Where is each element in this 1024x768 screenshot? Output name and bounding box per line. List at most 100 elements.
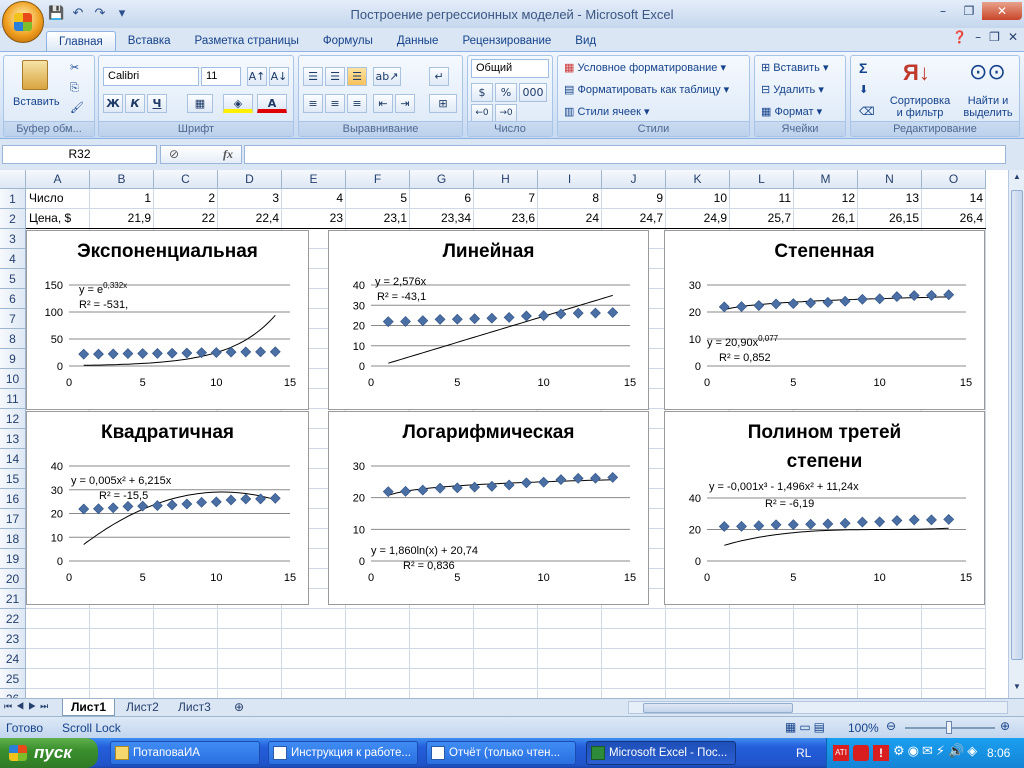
table-cell-label[interactable]: Число — [26, 189, 90, 208]
cell-styles-button[interactable]: ▥ Стили ячеек ▾ — [564, 105, 650, 118]
increase-indent-icon[interactable]: ⇥ — [395, 94, 415, 113]
column-header[interactable]: I — [538, 170, 602, 189]
name-box[interactable]: R32 — [2, 145, 157, 164]
scroll-down-icon[interactable]: ▼ — [1011, 682, 1023, 696]
spreadsheet-grid[interactable]: A B C D E F G H I J K L M N O 1 2 3 4 5 6 7 8 9 10 11 12 13 14 15 16 17… — [0, 170, 1008, 698]
font-color-icon[interactable]: A — [257, 94, 287, 113]
table-cell[interactable]: 22,4 — [218, 209, 282, 228]
align-middle-icon[interactable]: ☰ — [325, 67, 345, 86]
vertical-scrollbar[interactable]: ▲ ▼ — [1008, 170, 1024, 698]
column-header[interactable]: J — [602, 170, 666, 189]
chart-pow[interactable]: Степенная 30 20 10 0 0 5 10 15 y = 20,90x0,077 R² … — [664, 230, 985, 410]
row-header[interactable]: 18 — [0, 529, 26, 549]
table-cell[interactable]: 8 — [538, 189, 602, 208]
fill-color-icon[interactable]: ◈ — [223, 94, 253, 113]
row-header[interactable]: 12 — [0, 409, 26, 429]
number-format-select[interactable]: Общий — [471, 59, 549, 78]
italic-button[interactable]: К — [125, 94, 145, 113]
chart-log[interactable]: Логарифмическая 30 20 10 0 0 5 10 15 y = 1,860ln(… — [328, 411, 649, 605]
table-cell[interactable]: 9 — [602, 189, 666, 208]
cut-icon[interactable]: ✂ — [70, 61, 79, 74]
tab-insert[interactable]: Вставка — [116, 31, 183, 52]
zoom-in-icon[interactable]: ⊕ — [1000, 719, 1010, 733]
sheet-tab-1[interactable]: Лист1 — [62, 699, 116, 716]
autosum-button[interactable]: Σ — [859, 60, 867, 76]
column-header[interactable]: E — [282, 170, 346, 189]
row-header[interactable]: 20 — [0, 569, 26, 589]
table-cell[interactable]: 12 — [794, 189, 858, 208]
table-cell[interactable]: 14 — [922, 189, 986, 208]
zoom-slider-thumb[interactable] — [946, 721, 952, 734]
sheet-tab-3[interactable]: Лист3 — [170, 699, 219, 716]
tab-home[interactable]: Главная — [46, 31, 116, 52]
borders-icon[interactable]: ▦ — [187, 94, 213, 113]
table-cell[interactable]: 25,7 — [730, 209, 794, 228]
taskbar-item-word-2[interactable]: Отчёт (только чтен... — [426, 741, 576, 765]
row-header[interactable]: 4 — [0, 249, 26, 269]
minimize-icon[interactable]: – — [930, 2, 956, 20]
row-header[interactable]: 23 — [0, 629, 26, 649]
restore-icon[interactable]: ❐ — [956, 2, 982, 20]
align-top-icon[interactable]: ☰ — [303, 67, 323, 86]
row-header[interactable]: 26 — [0, 689, 26, 698]
row-header[interactable]: 2 — [0, 209, 26, 229]
insert-cells-button[interactable]: ⊞ Вставить ▾ — [761, 61, 829, 74]
align-bottom-icon[interactable]: ☰ — [347, 67, 367, 86]
row-header[interactable]: 5 — [0, 269, 26, 289]
restore-workbook-icon[interactable]: ❐ — [989, 30, 1000, 44]
table-cell[interactable]: 1 — [90, 189, 154, 208]
row-header[interactable]: 21 — [0, 589, 26, 609]
table-cell[interactable]: 21,9 — [90, 209, 154, 228]
hscroll-thumb[interactable] — [643, 703, 793, 713]
minimize-workbook-icon[interactable]: – — [975, 30, 981, 44]
table-cell[interactable]: 3 — [218, 189, 282, 208]
format-as-table-button[interactable]: ▤ Форматировать как таблицу ▾ — [564, 83, 729, 96]
row-header[interactable]: 19 — [0, 549, 26, 569]
column-header[interactable]: C — [154, 170, 218, 189]
table-cell[interactable]: 4 — [282, 189, 346, 208]
row-header[interactable]: 15 — [0, 469, 26, 489]
help-icon[interactable]: ❓ — [952, 30, 967, 44]
table-cell[interactable]: 7 — [474, 189, 538, 208]
row-header[interactable]: 16 — [0, 489, 26, 509]
row-header[interactable]: 9 — [0, 349, 26, 369]
row-header[interactable]: 24 — [0, 649, 26, 669]
horizontal-scrollbar[interactable] — [628, 701, 1008, 714]
select-all-corner[interactable] — [0, 170, 26, 189]
table-cell[interactable]: 23,34 — [410, 209, 474, 228]
column-header[interactable]: M — [794, 170, 858, 189]
paste-button[interactable]: Вставить — [13, 96, 60, 108]
ati-icon[interactable]: ATI — [833, 745, 849, 761]
thousands-button[interactable]: 000 — [519, 83, 547, 102]
delete-cells-button[interactable]: ⊟ Удалить ▾ — [761, 83, 824, 96]
tab-review[interactable]: Рецензирование — [450, 31, 563, 52]
column-header[interactable]: G — [410, 170, 474, 189]
office-button[interactable] — [2, 1, 44, 43]
tray-icons[interactable]: ⚙◉✉⚡🔊◈ — [893, 744, 980, 759]
antivirus-icon[interactable] — [853, 745, 869, 761]
start-button[interactable]: пуск — [0, 738, 98, 768]
scroll-up-icon[interactable]: ▲ — [1011, 172, 1023, 186]
grow-font-icon[interactable]: A↑ — [247, 67, 267, 86]
align-center-icon[interactable]: ≡ — [325, 94, 345, 113]
table-cell[interactable]: 23,1 — [346, 209, 410, 228]
table-cell[interactable]: 2 — [154, 189, 218, 208]
sheet-nav-icon[interactable]: ⏮◀▶⏭ — [4, 701, 52, 712]
percent-button[interactable]: % — [495, 83, 517, 102]
table-cell[interactable]: 26,4 — [922, 209, 986, 228]
row-header[interactable]: 3 — [0, 229, 26, 249]
row-header[interactable]: 8 — [0, 329, 26, 349]
merge-center-icon[interactable]: ⊞ — [429, 94, 457, 113]
underline-button[interactable]: Ч — [147, 94, 167, 113]
table-cell[interactable]: 26,1 — [794, 209, 858, 228]
table-cell[interactable]: 6 — [410, 189, 474, 208]
formula-cancel-icon[interactable]: ⊘ — [169, 147, 179, 161]
chart-exp[interactable]: Экспоненциальная 150 100 50 0 0 5 10 15 y = e0,33… — [26, 230, 309, 410]
chart-poly[interactable]: Полином третей степени 40 20 0 0 5 10 15 y = -0,0… — [664, 411, 985, 605]
orientation-icon[interactable]: ab↗ — [373, 67, 401, 86]
tab-page-layout[interactable]: Разметка страницы — [183, 31, 311, 52]
table-cell[interactable]: 23 — [282, 209, 346, 228]
column-header[interactable]: K — [666, 170, 730, 189]
row-header[interactable]: 22 — [0, 609, 26, 629]
column-header[interactable]: O — [922, 170, 986, 189]
